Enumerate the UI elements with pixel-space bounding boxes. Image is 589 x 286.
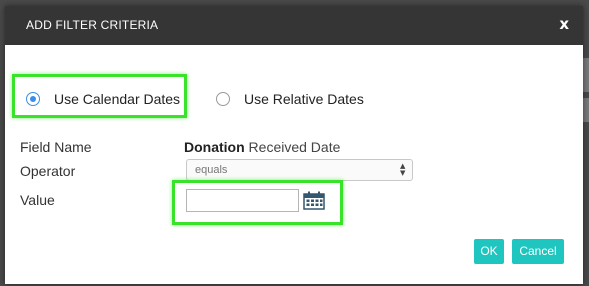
radio-use-relative-dates[interactable]: Use Relative Dates: [216, 91, 364, 107]
close-icon[interactable]: x: [559, 15, 569, 33]
ok-button[interactable]: OK: [474, 239, 504, 264]
field-name-value-rest: Received Date: [244, 139, 341, 155]
field-name-label: Field Name: [20, 139, 92, 155]
cancel-button[interactable]: Cancel: [512, 239, 564, 264]
field-name-value: Donation Received Date: [184, 139, 340, 155]
radio-label-relative-dates: Use Relative Dates: [244, 91, 364, 107]
radio-use-calendar-dates[interactable]: Use Calendar Dates: [26, 91, 180, 107]
dialog-title: ADD FILTER CRITERIA: [26, 18, 159, 32]
value-date-input[interactable]: [186, 189, 299, 212]
field-name-value-bold: Donation: [184, 139, 245, 155]
calendar-icon[interactable]: [303, 191, 325, 210]
add-filter-dialog: ADD FILTER CRITERIA x Use Calendar Dates…: [5, 6, 583, 284]
background-page-edge: [583, 98, 589, 122]
radio-unchecked-icon[interactable]: [216, 92, 230, 106]
value-label: Value: [20, 192, 55, 208]
radio-checked-icon[interactable]: [26, 92, 40, 106]
operator-select[interactable]: equals ▲ ▼: [186, 159, 413, 181]
operator-label: Operator: [20, 163, 76, 179]
radio-label-calendar-dates: Use Calendar Dates: [54, 91, 181, 107]
select-arrows-icon: ▲ ▼: [400, 162, 406, 177]
operator-selected-value: equals: [195, 164, 228, 176]
background-page-edge: [583, 58, 589, 92]
dialog-header: ADD FILTER CRITERIA x: [5, 6, 583, 45]
